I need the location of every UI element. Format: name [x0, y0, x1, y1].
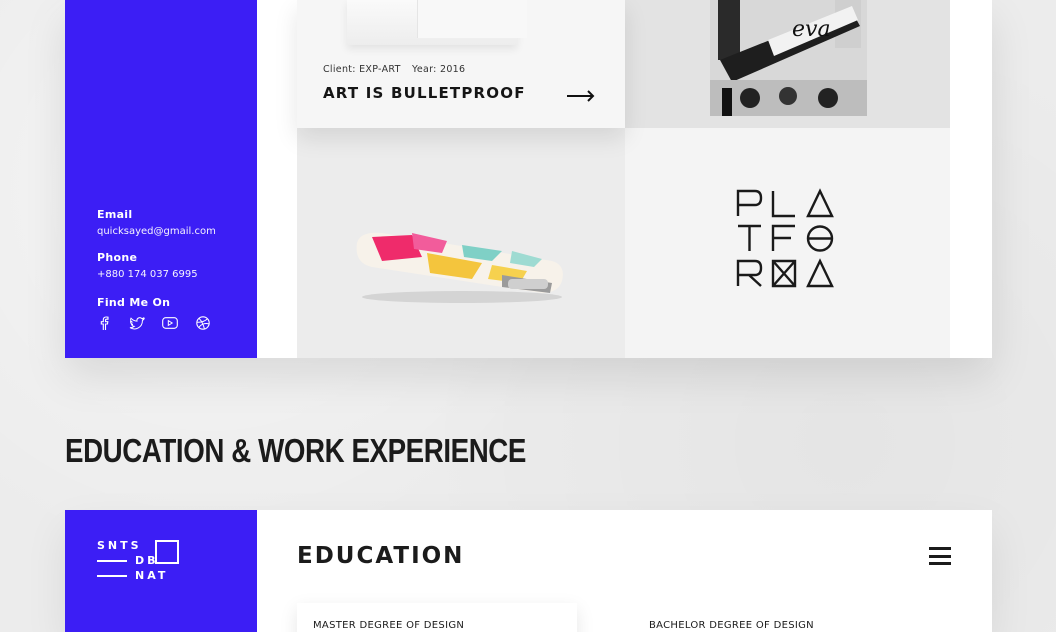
brand-dash [97, 559, 127, 562]
menu-line [929, 547, 951, 550]
youtube-icon[interactable] [161, 316, 178, 330]
find-me-label: Find Me On [97, 296, 171, 309]
paper-sheet-image [417, 0, 527, 38]
menu-line [929, 554, 951, 558]
project-title: ART IS BULLETPROOF [323, 84, 526, 102]
brand-square-icon [155, 540, 179, 564]
project-client: Client: EXP-ART [323, 64, 401, 75]
profile-sidebar: Email quicksayed@gmail.com Phone +880 17… [65, 0, 257, 358]
email-value[interactable]: quicksayed@gmail.com [97, 226, 216, 237]
degree-title: MASTER DEGREE OF DESIGN [313, 620, 465, 631]
phone-pouch-image [356, 232, 563, 303]
arrow-right-icon[interactable] [567, 87, 595, 106]
platforma-project-tile[interactable] [625, 128, 950, 358]
social-links [95, 316, 211, 330]
brand-row-3: NAT [97, 568, 168, 583]
featured-project-tile[interactable]: Client: EXP-ART Year: 2016 ART IS BULLET… [297, 0, 625, 128]
brand-logo[interactable]: SNTS DB NAT [97, 538, 179, 583]
poster-logo-text: eva [792, 17, 831, 42]
platforma-logo-image [736, 188, 834, 288]
brand-row-3-text: NAT [135, 569, 169, 582]
phone-block: Phone +880 174 037 6995 [97, 251, 198, 280]
section-title: EDUCATION & WORK EXPERIENCE [65, 432, 526, 469]
phone-value[interactable]: +880 174 037 6995 [97, 269, 198, 280]
menu-line [929, 562, 951, 565]
eva-poster-image: eva [710, 0, 867, 116]
dribbble-icon[interactable] [194, 316, 211, 330]
find-me-block: Find Me On [97, 296, 170, 309]
education-heading: EDUCATION [297, 543, 465, 569]
facebook-icon[interactable] [95, 316, 112, 330]
brand-sidebar: SNTS DB NAT [65, 510, 257, 632]
email-block: Email quicksayed@gmail.com [97, 208, 216, 237]
phone-label: Phone [97, 251, 138, 264]
twitter-icon[interactable] [128, 316, 145, 330]
brand-dash [97, 574, 127, 577]
email-label: Email [97, 208, 133, 221]
project-meta: Client: EXP-ART Year: 2016 [323, 64, 465, 75]
hamburger-menu-icon[interactable] [929, 547, 951, 565]
degree-title: BACHELOR DEGREE OF DESIGN [649, 620, 814, 631]
project-year: Year: 2016 [412, 64, 466, 75]
pouch-project-tile[interactable] [297, 128, 625, 358]
poster-project-tile[interactable]: eva [625, 0, 950, 128]
